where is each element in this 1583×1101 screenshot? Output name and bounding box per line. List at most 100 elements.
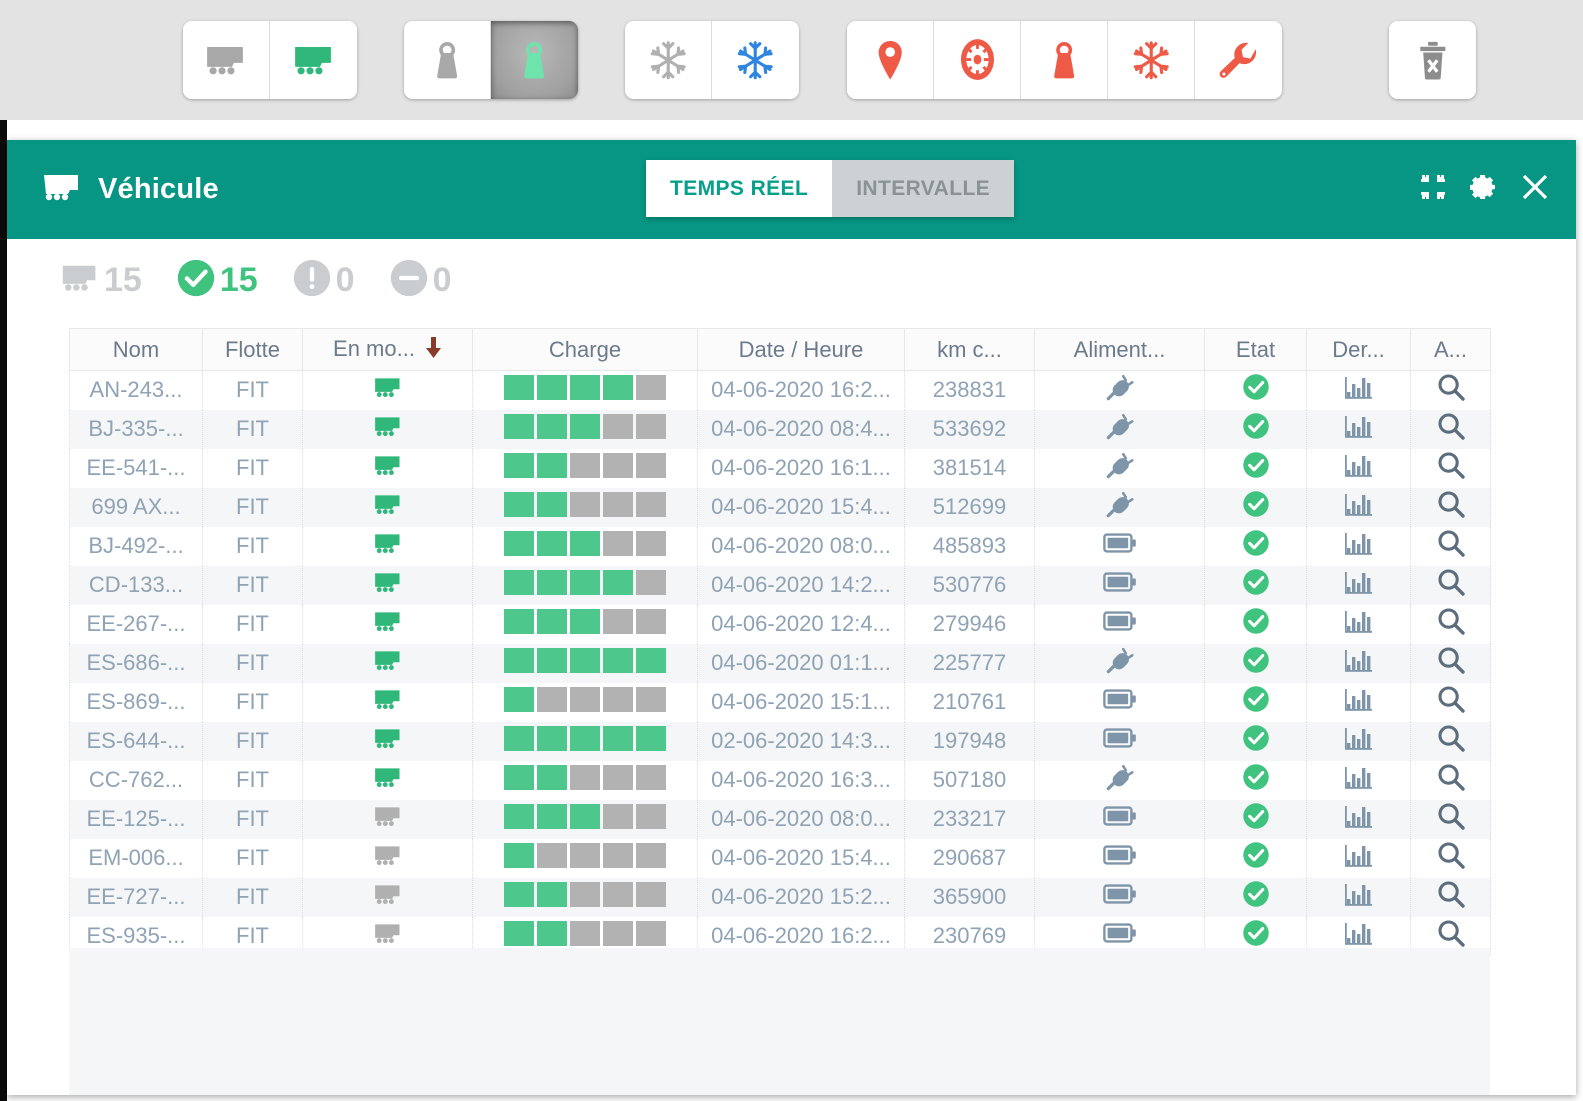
trailer-green-button[interactable] bbox=[270, 21, 357, 99]
column-header-aliment-6[interactable]: Aliment... bbox=[1034, 328, 1205, 371]
magnifier-icon[interactable] bbox=[1436, 452, 1466, 485]
table-row[interactable]: EE-267-... FIT 04-06-2020 12:4... 279946 bbox=[69, 604, 1491, 644]
tab-intervalle[interactable]: INTERVALLE bbox=[832, 160, 1015, 217]
magnifier-icon[interactable] bbox=[1436, 530, 1466, 563]
cell-detail[interactable] bbox=[1410, 877, 1491, 917]
cell-historique[interactable] bbox=[1306, 565, 1411, 605]
column-header-etat-7[interactable]: Etat bbox=[1204, 328, 1307, 371]
column-header-der-8[interactable]: Der... bbox=[1306, 328, 1411, 371]
magnifier-icon[interactable] bbox=[1436, 569, 1466, 602]
cell-detail[interactable] bbox=[1410, 487, 1491, 527]
bar-chart-icon[interactable] bbox=[1344, 416, 1373, 444]
column-header-dateheure-4[interactable]: Date / Heure bbox=[697, 328, 905, 371]
table-row[interactable]: BJ-335-... FIT 04-06-2020 08:4... 533692 bbox=[69, 409, 1491, 449]
collapse-icon[interactable] bbox=[1420, 174, 1446, 205]
magnifier-icon[interactable] bbox=[1436, 725, 1466, 758]
cell-historique[interactable] bbox=[1306, 682, 1411, 722]
cell-detail[interactable] bbox=[1410, 838, 1491, 878]
snowflake-blue-button[interactable] bbox=[712, 21, 799, 99]
column-header-nom-0[interactable]: Nom bbox=[69, 328, 203, 371]
cell-historique[interactable] bbox=[1306, 760, 1411, 800]
cell-detail[interactable] bbox=[1410, 760, 1491, 800]
bar-chart-icon[interactable] bbox=[1344, 455, 1373, 483]
table-row[interactable]: EM-006... FIT 04-06-2020 15:4... 290687 bbox=[69, 838, 1491, 878]
cell-detail[interactable] bbox=[1410, 682, 1491, 722]
cell-historique[interactable] bbox=[1306, 721, 1411, 761]
table-row[interactable]: AN-243... FIT 04-06-2020 16:2... 238831 bbox=[69, 370, 1491, 410]
tyre-alert-button[interactable] bbox=[934, 21, 1021, 99]
cell-historique[interactable] bbox=[1306, 409, 1411, 449]
cell-historique[interactable] bbox=[1306, 448, 1411, 488]
warning-vehicles[interactable]: 0 bbox=[292, 258, 355, 303]
gear-icon[interactable] bbox=[1468, 172, 1498, 207]
bar-chart-icon[interactable] bbox=[1344, 806, 1373, 834]
delete-filters-button[interactable] bbox=[1389, 21, 1476, 99]
snowflake-grey-button[interactable] bbox=[625, 21, 712, 99]
magnifier-icon[interactable] bbox=[1436, 608, 1466, 641]
magnifier-icon[interactable] bbox=[1436, 374, 1466, 407]
bar-chart-icon[interactable] bbox=[1344, 689, 1373, 717]
bar-chart-icon[interactable] bbox=[1344, 533, 1373, 561]
bar-chart-icon[interactable] bbox=[1344, 611, 1373, 639]
load-grey-button[interactable] bbox=[404, 21, 491, 99]
magnifier-icon[interactable] bbox=[1436, 842, 1466, 875]
table-row[interactable]: ES-644-... FIT 02-06-2020 14:3... 197948 bbox=[69, 721, 1491, 761]
cell-historique[interactable] bbox=[1306, 487, 1411, 527]
cell-detail[interactable] bbox=[1410, 565, 1491, 605]
table-row[interactable]: EE-125-... FIT 04-06-2020 08:0... 233217 bbox=[69, 799, 1491, 839]
column-header-a-9[interactable]: A... bbox=[1410, 328, 1491, 371]
table-row[interactable]: 699 AX... FIT 04-06-2020 15:4... 512699 bbox=[69, 487, 1491, 527]
column-header-kmc-5[interactable]: km c... bbox=[904, 328, 1035, 371]
maintenance-alert-button[interactable] bbox=[1195, 21, 1282, 99]
bar-chart-icon[interactable] bbox=[1344, 728, 1373, 756]
bar-chart-icon[interactable] bbox=[1344, 884, 1373, 912]
table-row[interactable]: ES-869-... FIT 04-06-2020 15:1... 210761 bbox=[69, 682, 1491, 722]
bar-chart-icon[interactable] bbox=[1344, 767, 1373, 795]
bar-chart-icon[interactable] bbox=[1344, 377, 1373, 405]
column-header-charge-3[interactable]: Charge bbox=[472, 328, 698, 371]
cell-historique[interactable] bbox=[1306, 799, 1411, 839]
magnifier-icon[interactable] bbox=[1436, 803, 1466, 836]
table-row[interactable]: BJ-492-... FIT 04-06-2020 08:0... 485893 bbox=[69, 526, 1491, 566]
weight-alert-button[interactable] bbox=[1021, 21, 1108, 99]
magnifier-icon[interactable] bbox=[1436, 686, 1466, 719]
cell-detail[interactable] bbox=[1410, 409, 1491, 449]
magnifier-icon[interactable] bbox=[1436, 647, 1466, 680]
location-alert-button[interactable] bbox=[847, 21, 934, 99]
cell-detail[interactable] bbox=[1410, 799, 1491, 839]
cell-historique[interactable] bbox=[1306, 370, 1411, 410]
column-header-flotte-1[interactable]: Flotte bbox=[202, 328, 303, 371]
ok-vehicles[interactable]: 15 bbox=[176, 258, 258, 303]
magnifier-icon[interactable] bbox=[1436, 881, 1466, 914]
cell-detail[interactable] bbox=[1410, 448, 1491, 488]
offline-vehicles[interactable]: 0 bbox=[389, 258, 452, 303]
cell-historique[interactable] bbox=[1306, 838, 1411, 878]
cell-detail[interactable] bbox=[1410, 721, 1491, 761]
load-green-button[interactable] bbox=[491, 21, 578, 99]
table-row[interactable]: EE-727-... FIT 04-06-2020 15:2... 365900 bbox=[69, 877, 1491, 917]
magnifier-icon[interactable] bbox=[1436, 491, 1466, 524]
temperature-alert-button[interactable] bbox=[1108, 21, 1195, 99]
magnifier-icon[interactable] bbox=[1436, 764, 1466, 797]
column-header-enmo-2[interactable]: En mo... bbox=[302, 328, 473, 371]
bar-chart-icon[interactable] bbox=[1344, 845, 1373, 873]
cell-detail[interactable] bbox=[1410, 604, 1491, 644]
tab-temps-reel[interactable]: TEMPS RÉEL bbox=[646, 160, 833, 217]
sort-down-icon[interactable] bbox=[425, 336, 442, 364]
cell-detail[interactable] bbox=[1410, 643, 1491, 683]
table-row[interactable]: ES-686-... FIT 04-06-2020 01:1... 225777 bbox=[69, 643, 1491, 683]
table-row[interactable]: CD-133... FIT 04-06-2020 14:2... 530776 bbox=[69, 565, 1491, 605]
close-icon[interactable] bbox=[1520, 172, 1550, 207]
cell-historique[interactable] bbox=[1306, 643, 1411, 683]
cell-historique[interactable] bbox=[1306, 604, 1411, 644]
bar-chart-icon[interactable] bbox=[1344, 650, 1373, 678]
magnifier-icon[interactable] bbox=[1436, 413, 1466, 446]
trailer-grey-button[interactable] bbox=[183, 21, 270, 99]
bar-chart-icon[interactable] bbox=[1344, 494, 1373, 522]
cell-historique[interactable] bbox=[1306, 526, 1411, 566]
cell-historique[interactable] bbox=[1306, 877, 1411, 917]
cell-detail[interactable] bbox=[1410, 370, 1491, 410]
cell-detail[interactable] bbox=[1410, 526, 1491, 566]
table-row[interactable]: EE-541-... FIT 04-06-2020 16:1... 381514 bbox=[69, 448, 1491, 488]
total-vehicles[interactable]: 15 bbox=[60, 261, 142, 300]
